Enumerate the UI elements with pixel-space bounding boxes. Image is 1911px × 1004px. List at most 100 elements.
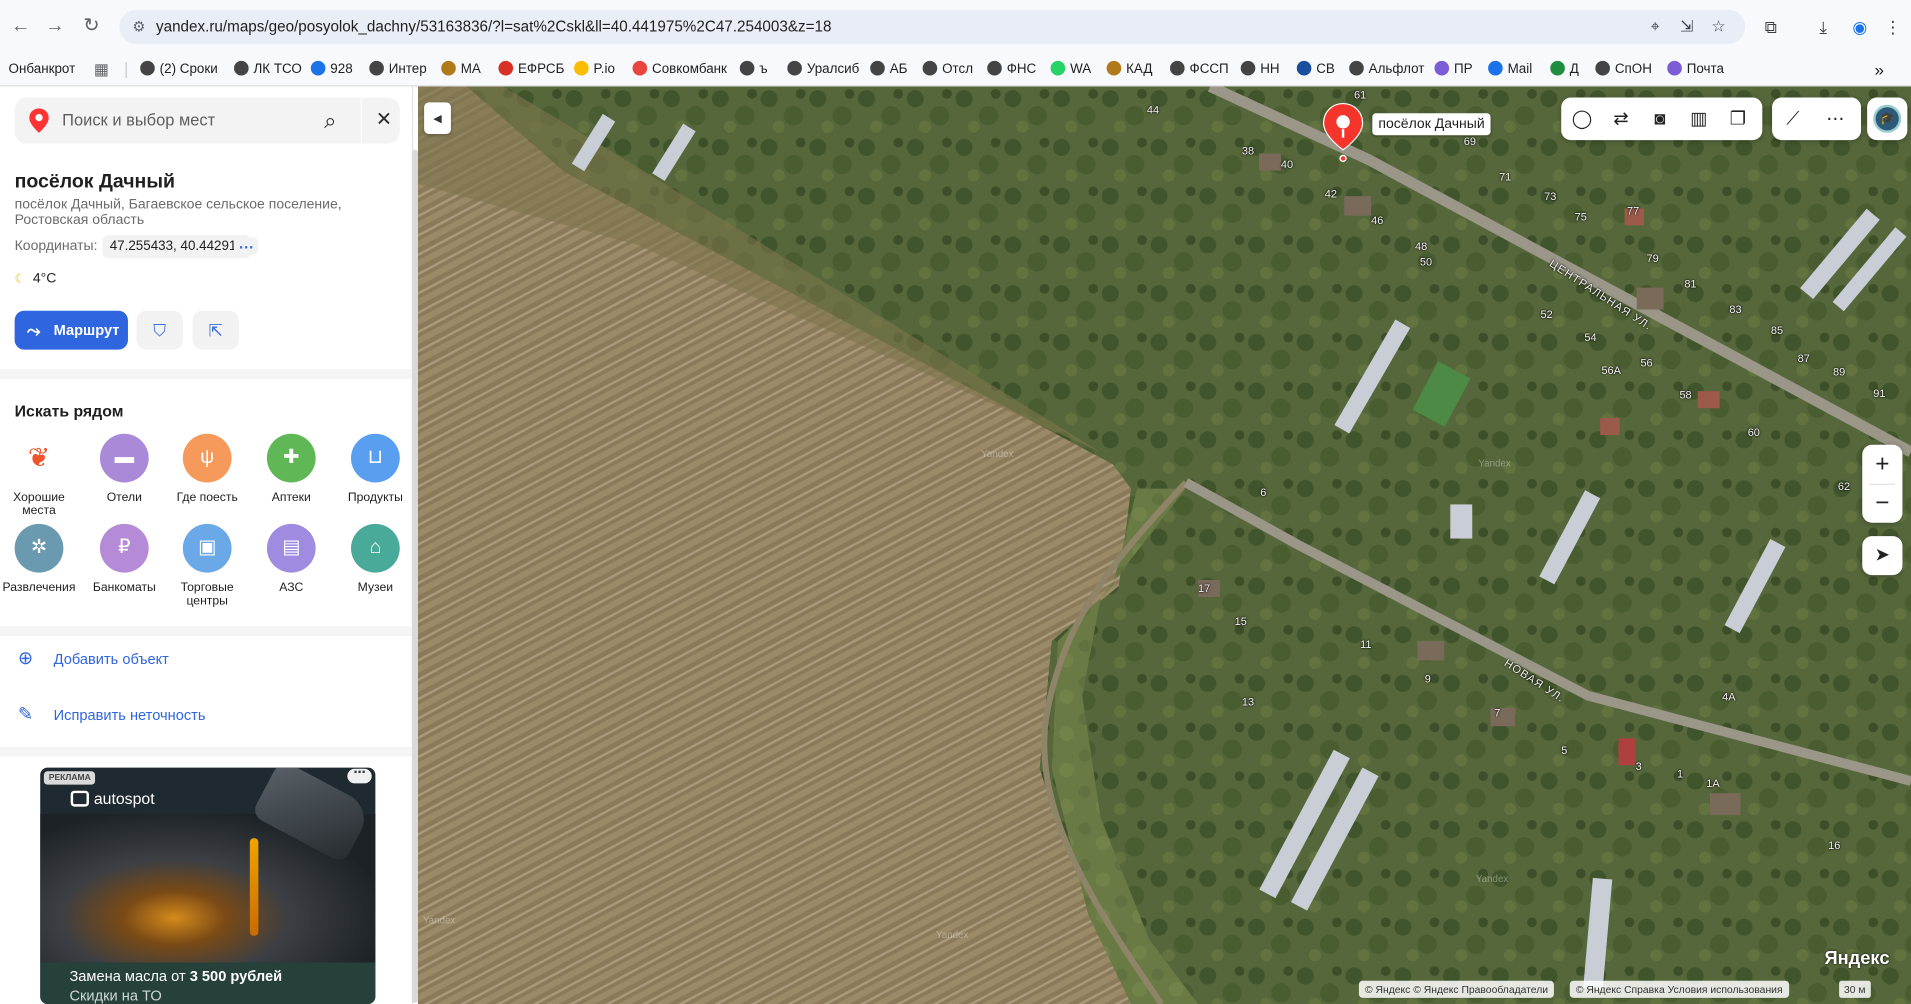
back-icon[interactable]: ← bbox=[9, 15, 33, 39]
place-marker-icon[interactable] bbox=[1320, 101, 1366, 164]
bookmark-item[interactable]: Интер bbox=[369, 60, 427, 79]
place-panel: Поиск и выбор мест ⌕ ✕ посёлок Дачный по… bbox=[0, 86, 414, 1004]
map-watermark: Yandex bbox=[1478, 458, 1511, 470]
house-number: 3 bbox=[1635, 760, 1642, 773]
bookmark-item[interactable]: ПР bbox=[1434, 60, 1473, 79]
navigation-arrow-icon: ➤ bbox=[1874, 544, 1891, 566]
zoom-in-button[interactable]: + bbox=[1862, 445, 1902, 484]
profile-icon[interactable]: ◉ bbox=[1849, 16, 1871, 38]
panorama-icon[interactable]: ⇄ bbox=[1606, 105, 1635, 134]
bookmark-item[interactable]: МА bbox=[441, 60, 481, 79]
bookmark-star-icon[interactable]: ☆ bbox=[1709, 17, 1729, 36]
bookmark-item[interactable]: КАД bbox=[1106, 60, 1152, 79]
layers-icon[interactable]: ❐ bbox=[1723, 105, 1752, 134]
map-attribution-right[interactable]: © Яндекс Справка Условия использования bbox=[1569, 980, 1789, 998]
house-number: 89 bbox=[1833, 365, 1846, 378]
share-button[interactable]: ⇱ bbox=[192, 310, 239, 350]
house-number: 15 bbox=[1234, 615, 1247, 628]
ad-banner[interactable]: РЕКЛАМА ⋯ autospot Замена масла от 3 500… bbox=[40, 767, 376, 1004]
download-icon[interactable]: ⤓ bbox=[1812, 16, 1834, 38]
bookmark-item[interactable]: 928 bbox=[310, 60, 353, 79]
my-location-button[interactable]: ➤ bbox=[1862, 536, 1903, 576]
bookmark-item[interactable]: СВ bbox=[1296, 60, 1335, 79]
bookmark-item[interactable]: ъ bbox=[739, 60, 768, 79]
user-avatar-button[interactable]: 🎓 bbox=[1867, 97, 1908, 141]
map-watermark: Yandex bbox=[981, 448, 1014, 460]
close-icon[interactable]: ✕ bbox=[371, 107, 398, 134]
extensions-icon[interactable]: ⧉ bbox=[1760, 16, 1782, 38]
url-text[interactable]: yandex.ru/maps/geo/posyolok_dachny/53163… bbox=[156, 18, 831, 35]
bookmark-item[interactable]: ЕФРСБ bbox=[498, 60, 564, 79]
category-food[interactable]: ψ Где поесть bbox=[166, 433, 249, 504]
category-museums[interactable]: ⌂ Музеи bbox=[334, 523, 412, 595]
place-marker-label[interactable]: посёлок Дачный bbox=[1372, 113, 1491, 136]
search-box[interactable]: Поиск и выбор мест ⌕ ✕ bbox=[14, 97, 400, 144]
house-number: 6 bbox=[1260, 486, 1267, 499]
address-bar[interactable]: ⚙ yandex.ru/maps/geo/posyolok_dachny/531… bbox=[119, 9, 1746, 44]
search-input[interactable]: Поиск и выбор мест bbox=[62, 111, 215, 129]
reload-icon[interactable]: ↻ bbox=[79, 15, 103, 39]
category-groceries[interactable]: ⊔ Продукты bbox=[334, 433, 412, 504]
bookmark-item[interactable]: ФНС bbox=[987, 60, 1036, 79]
apps-grid-icon[interactable]: ▦ bbox=[94, 60, 109, 79]
collapse-panel-button[interactable]: ◀ bbox=[424, 102, 451, 135]
house-number: 56А bbox=[1601, 364, 1621, 377]
bookmark-item[interactable]: АБ bbox=[870, 60, 907, 79]
bookmark-item[interactable]: Совкомбанк bbox=[632, 60, 727, 79]
bookmark-item[interactable]: P.io bbox=[574, 60, 615, 79]
bookmark-item[interactable]: Отсл bbox=[922, 60, 973, 79]
zoom-out-button[interactable]: − bbox=[1862, 484, 1902, 523]
category-malls[interactable]: ▣ Торговые центры bbox=[166, 523, 249, 608]
browser-menu-icon[interactable]: ⋮ bbox=[1882, 16, 1904, 38]
category-atm[interactable]: ₽ Банкоматы bbox=[83, 523, 166, 595]
category-entertainment[interactable]: ✲ Развлечения bbox=[0, 523, 80, 595]
site-settings-icon[interactable]: ⚙ bbox=[129, 17, 149, 36]
divider bbox=[0, 369, 412, 379]
layers-round-icon[interactable]: ◯ bbox=[1567, 105, 1596, 134]
moon-icon: ☾ bbox=[14, 272, 26, 287]
bookmark-button[interactable]: ⛉ bbox=[136, 310, 183, 350]
bookmark-item[interactable]: Онбанкрот bbox=[9, 60, 76, 79]
bookmark-icon: ⛉ bbox=[153, 320, 167, 340]
more-tools-icon[interactable]: ⋯ bbox=[1821, 105, 1850, 134]
map-attribution-left[interactable]: © Яндекс © Яндекс Правообладатели bbox=[1358, 980, 1555, 998]
bookmark-item[interactable]: Альфлот bbox=[1349, 60, 1424, 79]
satellite-map[interactable]: Yandex Yandex Yandex Yandex Yandex ЦЕНТР… bbox=[418, 86, 1911, 1004]
bookmark-item[interactable]: WA bbox=[1050, 60, 1091, 79]
search-divider bbox=[360, 97, 362, 144]
location-icon[interactable]: ⌖ bbox=[1645, 17, 1665, 36]
bookmark-item[interactable]: (2) Сроки bbox=[140, 60, 218, 79]
install-app-icon[interactable]: ⇲ bbox=[1677, 17, 1697, 36]
forward-icon[interactable]: → bbox=[43, 15, 67, 39]
category-good-places[interactable]: ❦ Хорошие места bbox=[0, 433, 80, 518]
category-gas-station[interactable]: ▤ АЗС bbox=[250, 523, 333, 595]
ferris-wheel-icon: ✲ bbox=[14, 523, 64, 573]
bookmark-item[interactable]: ЛК ТСО bbox=[234, 60, 302, 79]
bookmark-item[interactable]: НН bbox=[1240, 60, 1280, 79]
bus-icon[interactable]: ▥ bbox=[1684, 105, 1713, 134]
category-pharmacy[interactable]: ✚ Аптеки bbox=[250, 433, 333, 504]
map-layers-toolbar: ◯ ⇄ ◙ ▥ ❐ bbox=[1561, 97, 1763, 141]
route-label: Маршрут bbox=[53, 321, 120, 339]
house-number: 1 bbox=[1677, 767, 1684, 780]
house-number: 1А bbox=[1706, 777, 1720, 790]
more-bookmarks-icon[interactable]: » bbox=[1874, 60, 1884, 79]
bookmark-item[interactable]: Уралсиб bbox=[787, 60, 859, 79]
search-icon[interactable]: ⌕ bbox=[317, 107, 344, 134]
bookmark-item[interactable]: Д bbox=[1550, 60, 1579, 79]
ad-more-icon[interactable]: ⋯ bbox=[347, 768, 372, 784]
ad-caption-line2: Скидки на ТО bbox=[69, 986, 162, 1004]
bookmark-item[interactable]: Почта bbox=[1667, 60, 1724, 79]
coords-value[interactable]: 47.255433, 40.442918 bbox=[102, 235, 252, 259]
ad-caption: Замена масла от 3 500 рублей bbox=[69, 967, 283, 985]
category-hotels[interactable]: ▬ Отели bbox=[83, 433, 166, 504]
coords-more-icon[interactable]: … bbox=[234, 235, 259, 255]
route-button[interactable]: ⤳ Маршрут bbox=[14, 310, 128, 350]
bookmark-item[interactable]: Mail bbox=[1488, 60, 1532, 79]
house-number: 42 bbox=[1324, 187, 1337, 200]
bookmark-item[interactable]: ФССП bbox=[1170, 60, 1229, 79]
ruler-icon[interactable]: ⟋ bbox=[1778, 105, 1807, 134]
camera-icon[interactable]: ◙ bbox=[1645, 105, 1674, 134]
bookmark-item[interactable]: СпОН bbox=[1595, 60, 1652, 79]
nearby-title: Искать рядом bbox=[14, 402, 124, 421]
